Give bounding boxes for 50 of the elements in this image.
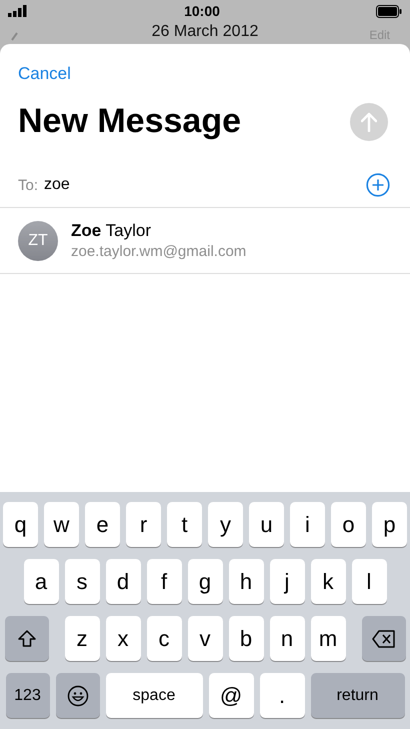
delete-key[interactable] [362,616,406,661]
key[interactable]: l [352,559,386,604]
recipient-field[interactable]: zoe [44,176,366,194]
return-key[interactable]: return [310,673,404,718]
key[interactable]: n [270,616,304,661]
key[interactable]: . [260,673,304,718]
key[interactable]: o [331,502,366,547]
key[interactable]: g [188,559,222,604]
key[interactable]: p [372,502,407,547]
contact-email: zoe.taylor.wm@gmail.com [71,243,246,260]
space-key[interactable]: space [106,673,202,718]
shift-key[interactable] [4,616,48,661]
key[interactable]: j [270,559,304,604]
key[interactable]: u [249,502,284,547]
arrow-up-icon [361,112,377,132]
key[interactable]: s [64,559,100,604]
key[interactable]: f [146,559,182,604]
emoji-key[interactable] [56,673,100,718]
key[interactable]: t [167,502,202,547]
date-title: 26 March 2012 [152,22,258,42]
key[interactable]: @ [208,673,254,718]
to-label: To: [18,176,38,194]
key[interactable]: c [146,616,182,661]
contact-name[interactable]: Zoe Taylor [71,221,246,241]
sheet-title: New Message [18,102,241,141]
key[interactable]: m [310,616,346,661]
signal-icon [8,5,28,17]
key[interactable]: w [44,502,79,547]
numbers-key[interactable]: 123 [6,673,50,718]
key[interactable]: i [290,502,325,547]
battery-icon [376,4,402,18]
key[interactable]: r [126,502,161,547]
key[interactable]: v [188,616,222,661]
shift-icon [16,628,36,648]
key[interactable]: e [85,502,120,547]
key[interactable]: x [106,616,140,661]
key[interactable]: b [228,616,264,661]
add-contact-icon[interactable] [366,173,390,197]
contact-avatar: ZT [18,220,58,260]
key[interactable]: k [310,559,346,604]
key[interactable]: q [3,502,38,547]
key[interactable]: d [106,559,140,604]
key[interactable]: y [208,502,243,547]
key[interactable]: a [24,559,58,604]
key[interactable]: z [64,616,100,661]
status-time: 10:00 [184,3,220,19]
key[interactable]: h [228,559,264,604]
cancel-button[interactable]: Cancel [18,64,71,84]
backspace-icon [372,630,396,648]
smiley-icon [66,684,88,706]
